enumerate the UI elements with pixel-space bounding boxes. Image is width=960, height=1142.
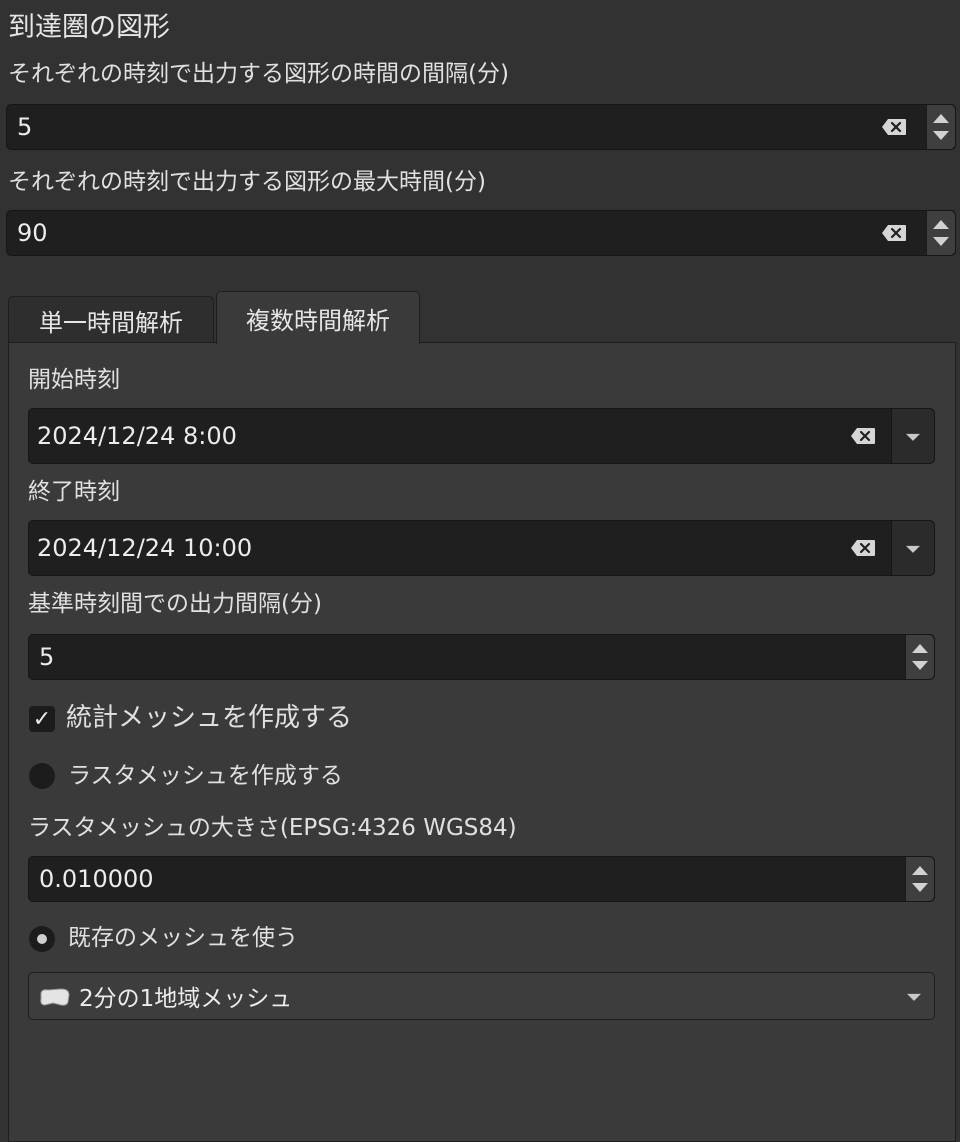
existing-mesh-radio[interactable] xyxy=(29,926,55,952)
interval-label: それぞれの時刻で出力する図形の時間の間隔(分) xyxy=(8,61,509,87)
chevron-down-icon xyxy=(907,993,921,1001)
output-interval-label: 基準時刻間での出力間隔(分) xyxy=(28,591,322,617)
mesh-layer-value[interactable]: 2分の1地域メッシュ xyxy=(79,973,292,1019)
decrement-arrow-icon[interactable] xyxy=(912,661,928,670)
mesh-layer-dropdown-arrow[interactable] xyxy=(902,973,926,1019)
output-interval-stepper[interactable] xyxy=(905,635,934,679)
clear-icon[interactable] xyxy=(850,427,876,445)
interval-stepper[interactable] xyxy=(926,105,955,149)
decrement-arrow-icon[interactable] xyxy=(933,131,949,140)
section-title: 到達圏の図形 xyxy=(8,12,170,43)
raster-mesh-radio[interactable] xyxy=(29,763,55,789)
interval-value[interactable]: 5 xyxy=(17,105,32,149)
start-time-field[interactable]: 2024/12/24 8:00 xyxy=(28,408,935,464)
chevron-down-icon xyxy=(906,545,920,553)
increment-arrow-icon[interactable] xyxy=(912,866,928,875)
increment-arrow-icon[interactable] xyxy=(933,114,949,123)
clear-icon[interactable] xyxy=(881,224,907,242)
end-time-field[interactable]: 2024/12/24 10:00 xyxy=(28,520,935,576)
decrement-arrow-icon[interactable] xyxy=(933,237,949,246)
polygon-layer-icon xyxy=(40,988,70,1006)
raster-size-stepper[interactable] xyxy=(905,857,934,901)
mesh-layer-select[interactable]: 2分の1地域メッシュ xyxy=(28,972,935,1020)
start-time-dropdown-button[interactable] xyxy=(891,409,934,463)
stat-mesh-label[interactable]: 統計メッシュを作成する xyxy=(66,701,352,735)
raster-size-spinbox[interactable]: 0.010000 xyxy=(28,856,935,902)
start-time-label: 開始時刻 xyxy=(28,367,120,393)
raster-mesh-label[interactable]: ラスタメッシュを作成する xyxy=(68,760,343,792)
max-time-spinbox[interactable]: 90 xyxy=(6,210,956,256)
increment-arrow-icon[interactable] xyxy=(933,220,949,229)
tab-multi-time-analysis[interactable]: 複数時間解析 xyxy=(216,291,420,344)
max-time-label: それぞれの時刻で出力する図形の最大時間(分) xyxy=(8,169,486,195)
max-time-stepper[interactable] xyxy=(926,211,955,255)
raster-size-value[interactable]: 0.010000 xyxy=(39,857,154,901)
end-time-label: 終了時刻 xyxy=(28,479,120,505)
raster-size-label: ラスタメッシュの大きさ(EPSG:4326 WGS84) xyxy=(28,815,517,841)
clear-icon[interactable] xyxy=(881,118,907,136)
output-interval-spinbox[interactable]: 5 xyxy=(28,634,935,680)
stat-mesh-checkbox[interactable]: ✓ xyxy=(29,706,55,732)
output-interval-value[interactable]: 5 xyxy=(39,635,54,679)
interval-spinbox[interactable]: 5 xyxy=(6,104,956,150)
end-time-value[interactable]: 2024/12/24 10:00 xyxy=(37,521,252,575)
increment-arrow-icon[interactable] xyxy=(912,644,928,653)
chevron-down-icon xyxy=(906,433,920,441)
radio-selected-dot xyxy=(37,934,47,944)
clear-icon[interactable] xyxy=(850,539,876,557)
tab-single-time-analysis[interactable]: 単一時間解析 xyxy=(8,296,214,343)
max-time-value[interactable]: 90 xyxy=(17,211,48,255)
start-time-value[interactable]: 2024/12/24 8:00 xyxy=(37,409,237,463)
decrement-arrow-icon[interactable] xyxy=(912,883,928,892)
end-time-dropdown-button[interactable] xyxy=(891,521,934,575)
existing-mesh-label[interactable]: 既存のメッシュを使う xyxy=(68,922,298,954)
